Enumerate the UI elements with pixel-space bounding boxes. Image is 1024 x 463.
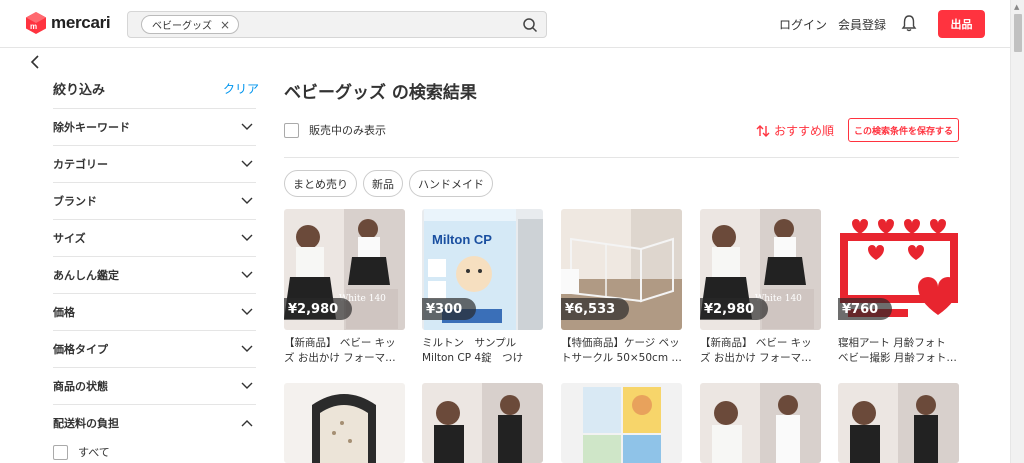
filter-label: サイズ bbox=[53, 232, 86, 245]
price-badge: ¥760 bbox=[838, 298, 893, 320]
filter-label: 価格 bbox=[53, 306, 75, 319]
signup-link[interactable]: 会員登録 bbox=[838, 16, 886, 33]
chevron-down-icon bbox=[241, 345, 253, 352]
item-image[interactable]: ¥760 bbox=[838, 209, 959, 330]
filter-label: 除外キーワード bbox=[53, 121, 130, 134]
item-image[interactable] bbox=[422, 383, 543, 463]
sort-icon bbox=[756, 124, 770, 137]
filter-label: 価格タイプ bbox=[53, 343, 108, 356]
sell-button[interactable]: 出品 bbox=[938, 10, 985, 38]
chevron-down-icon bbox=[241, 271, 253, 278]
chevron-up-icon bbox=[241, 420, 253, 427]
search-keyword-chip[interactable]: ベビーグッズ × bbox=[141, 15, 240, 34]
item-name: 【新商品】 ベビー キッズ お出かけ フォーマ… bbox=[284, 337, 396, 364]
item-card[interactable]: ¥6,533 【特価商品】ケージ ペットサークル 50×50cm … bbox=[561, 209, 682, 366]
search-icon[interactable] bbox=[522, 17, 538, 33]
page-title: ベビーグッズ の検索結果 bbox=[284, 83, 477, 103]
logo-text: mercari bbox=[51, 13, 111, 32]
onsale-label: 販売中のみ表示 bbox=[309, 124, 386, 137]
item-card[interactable] bbox=[700, 383, 821, 463]
all-checkbox[interactable] bbox=[53, 444, 68, 460]
clear-link[interactable]: クリア bbox=[223, 80, 259, 97]
chip-label: ベビーグッズ bbox=[152, 21, 212, 32]
filter-shipping-fee[interactable]: 配送料の負担 bbox=[53, 404, 256, 441]
sort-dropdown[interactable]: おすすめ順 bbox=[756, 122, 834, 139]
logo-icon: m bbox=[26, 12, 46, 34]
item-name: 【新商品】 ベビー キッズ お出かけ フォーマ… bbox=[700, 337, 812, 364]
filter-authentication[interactable]: あんしん鑑定 bbox=[53, 256, 256, 293]
filter-size[interactable]: サイズ bbox=[53, 219, 256, 256]
tag-list: まとめ売り 新品 ハンドメイド bbox=[284, 170, 493, 197]
filter-category[interactable]: カテゴリー bbox=[53, 145, 256, 182]
tag-handmade[interactable]: ハンドメイド bbox=[409, 170, 493, 197]
item-image[interactable] bbox=[561, 383, 682, 463]
item-image[interactable] bbox=[284, 383, 405, 463]
tag-new[interactable]: 新品 bbox=[363, 170, 403, 197]
item-card[interactable]: Milton CP ¥300 ミルトン サンプル Milton CP 4錠 つけ… bbox=[422, 209, 543, 366]
svg-text:m: m bbox=[30, 22, 37, 31]
filter-label: 配送料の負担 bbox=[53, 417, 119, 430]
scroll-up-icon[interactable]: ▲ bbox=[1014, 3, 1019, 11]
item-image[interactable] bbox=[700, 383, 821, 463]
chevron-down-icon bbox=[241, 160, 253, 167]
item-card[interactable] bbox=[838, 383, 959, 463]
onsale-filter[interactable]: 販売中のみ表示 bbox=[284, 122, 386, 138]
filter-price[interactable]: 価格 bbox=[53, 293, 256, 330]
search-input[interactable]: ベビーグッズ × bbox=[127, 11, 547, 38]
item-image[interactable]: ¥6,533 bbox=[561, 209, 682, 330]
header: m mercari ベビーグッズ × ログイン 会員登録 出品 bbox=[0, 0, 1010, 48]
item-name: ミルトン サンプル Milton CP 4錠 つけお… bbox=[422, 337, 527, 364]
close-icon[interactable]: × bbox=[220, 18, 230, 32]
item-card[interactable] bbox=[284, 383, 405, 463]
item-card[interactable]: White 140 ¥2,980 【新商品】 ベビー キッズ お出かけ フォーマ… bbox=[700, 209, 821, 366]
item-image[interactable]: Milton CP ¥300 bbox=[422, 209, 543, 330]
item-image[interactable]: White 140 ¥2,980 bbox=[284, 209, 405, 330]
chevron-down-icon bbox=[241, 123, 253, 130]
onsale-checkbox[interactable] bbox=[284, 122, 299, 138]
filter-condition[interactable]: 商品の状態 bbox=[53, 367, 256, 404]
item-card[interactable]: White 140 ¥2,980 【新商品】 ベビー キッズ お出かけ フォーマ… bbox=[284, 209, 405, 366]
item-name: 寝相アート 月齢フォト ベビー撮影 月齢フォト… bbox=[838, 337, 957, 364]
filter-label: ブランド bbox=[53, 195, 97, 208]
price-badge: ¥6,533 bbox=[561, 298, 630, 320]
filter-exclude-keyword[interactable]: 除外キーワード bbox=[53, 108, 256, 145]
bell-icon[interactable] bbox=[901, 14, 917, 32]
divider bbox=[284, 157, 959, 158]
login-link[interactable]: ログイン bbox=[779, 16, 827, 33]
sort-label: おすすめ順 bbox=[774, 124, 835, 138]
price-badge: ¥2,980 bbox=[284, 298, 353, 320]
shipping-all-option[interactable]: すべて bbox=[53, 444, 110, 460]
filter-label: カテゴリー bbox=[53, 158, 108, 171]
chevron-down-icon bbox=[241, 382, 253, 389]
all-label: すべて bbox=[78, 446, 110, 459]
tag-bundle[interactable]: まとめ売り bbox=[284, 170, 357, 197]
mercari-logo[interactable]: m mercari bbox=[26, 12, 111, 34]
filter-label: あんしん鑑定 bbox=[53, 269, 119, 282]
back-icon[interactable] bbox=[28, 54, 42, 70]
filter-price-type[interactable]: 価格タイプ bbox=[53, 330, 256, 367]
price-badge: ¥300 bbox=[422, 298, 477, 320]
filter-brand[interactable]: ブランド bbox=[53, 182, 256, 219]
item-image[interactable]: White 140 ¥2,980 bbox=[700, 209, 821, 330]
price-badge: ¥2,980 bbox=[700, 298, 769, 320]
item-card[interactable] bbox=[561, 383, 682, 463]
scroll-thumb[interactable] bbox=[1014, 14, 1022, 52]
thumb-label: Milton CP bbox=[432, 232, 492, 247]
chevron-down-icon bbox=[241, 308, 253, 315]
item-image[interactable] bbox=[838, 383, 959, 463]
scrollbar[interactable]: ▲ bbox=[1010, 0, 1024, 463]
filter-title: 絞り込み bbox=[53, 83, 106, 98]
chevron-down-icon bbox=[241, 234, 253, 241]
item-name: 【特価商品】ケージ ペットサークル 50×50cm … bbox=[561, 337, 682, 364]
item-card[interactable]: ¥760 寝相アート 月齢フォト ベビー撮影 月齢フォト… bbox=[838, 209, 959, 366]
filter-list: 除外キーワード カテゴリー ブランド サイズ あんしん鑑定 価格 価格タイプ 商… bbox=[53, 108, 256, 441]
save-search-button[interactable]: この検索条件を保存する bbox=[848, 118, 959, 142]
item-card[interactable] bbox=[422, 383, 543, 463]
filter-label: 商品の状態 bbox=[53, 380, 108, 393]
chevron-down-icon bbox=[241, 197, 253, 204]
